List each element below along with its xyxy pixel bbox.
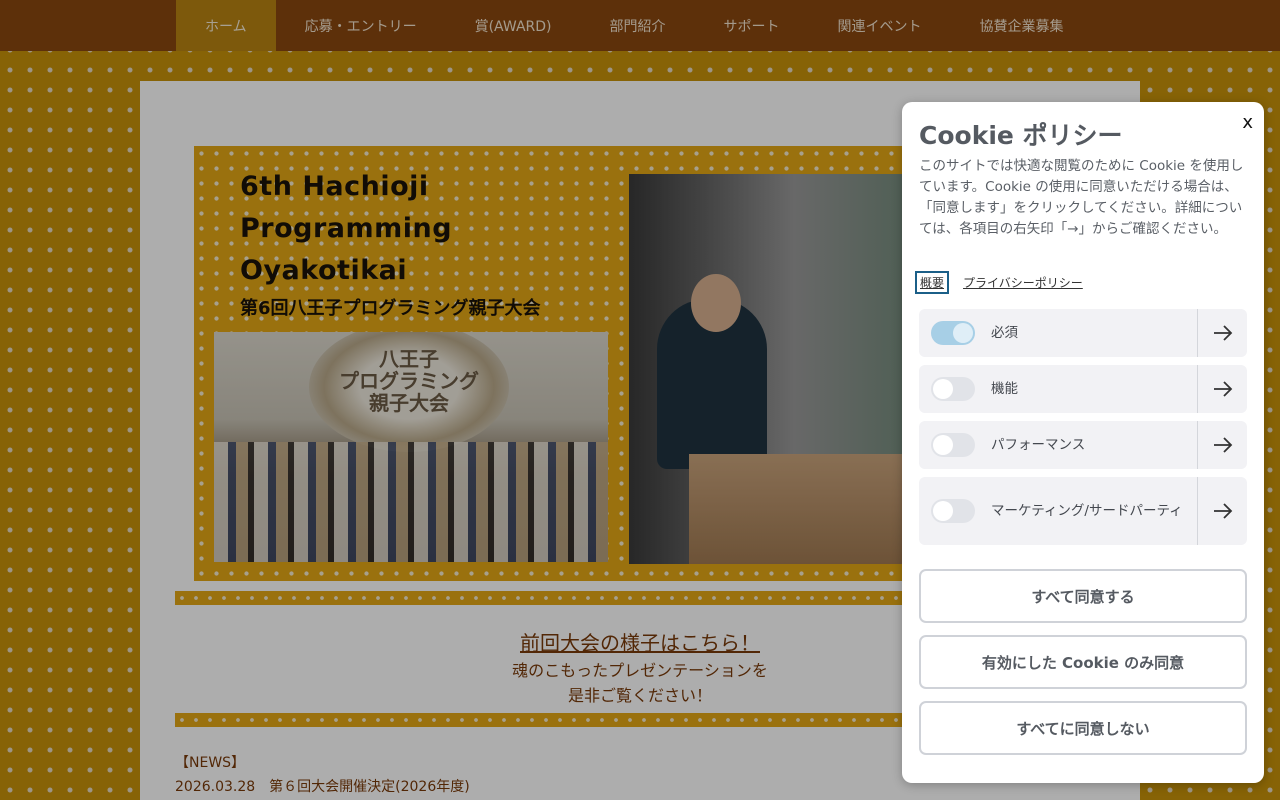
tab-overview[interactable]: 概要: [915, 271, 950, 294]
toggle-marketing[interactable]: [931, 499, 975, 523]
arrow-right-icon[interactable]: [1197, 365, 1247, 413]
cookie-category-functional: 機能: [919, 365, 1247, 413]
cookie-category-required: 必須: [919, 309, 1247, 357]
toggle-performance[interactable]: [931, 433, 975, 457]
cookie-description: このサイトでは快適な閲覧のために Cookie を使用しています。Cookie …: [919, 158, 1244, 237]
toggle-knob: [953, 323, 973, 343]
cookie-category-marketing: マーケティング/サードパーティ: [919, 477, 1247, 545]
cookie-category-performance: パフォーマンス: [919, 421, 1247, 469]
toggle-knob: [933, 379, 953, 399]
toggle-knob: [933, 435, 953, 455]
accept-all-button[interactable]: すべて同意する: [919, 569, 1247, 623]
category-label: 必須: [991, 325, 1018, 341]
tab-privacy-policy[interactable]: プライバシーポリシー: [959, 272, 1087, 293]
accept-selected-button[interactable]: 有効にした Cookie のみ同意: [919, 635, 1247, 689]
arrow-right-icon[interactable]: [1197, 477, 1247, 545]
cookie-dialog: x Cookie ポリシー このサイトでは快適な閲覧のために Cookie を使…: [902, 102, 1264, 783]
cookie-title: Cookie ポリシー: [919, 121, 1123, 150]
cookie-tabs: 概要 プライバシーポリシー: [915, 271, 1087, 294]
toggle-knob: [933, 501, 953, 521]
category-label: マーケティング/サードパーティ: [991, 503, 1183, 519]
category-label: パフォーマンス: [991, 437, 1086, 453]
toggle-functional[interactable]: [931, 377, 975, 401]
toggle-required[interactable]: [931, 321, 975, 345]
arrow-right-icon[interactable]: [1197, 309, 1247, 357]
close-icon[interactable]: x: [1242, 112, 1253, 133]
category-label: 機能: [991, 381, 1018, 397]
arrow-right-icon[interactable]: [1197, 421, 1247, 469]
reject-all-button[interactable]: すべてに同意しない: [919, 701, 1247, 755]
